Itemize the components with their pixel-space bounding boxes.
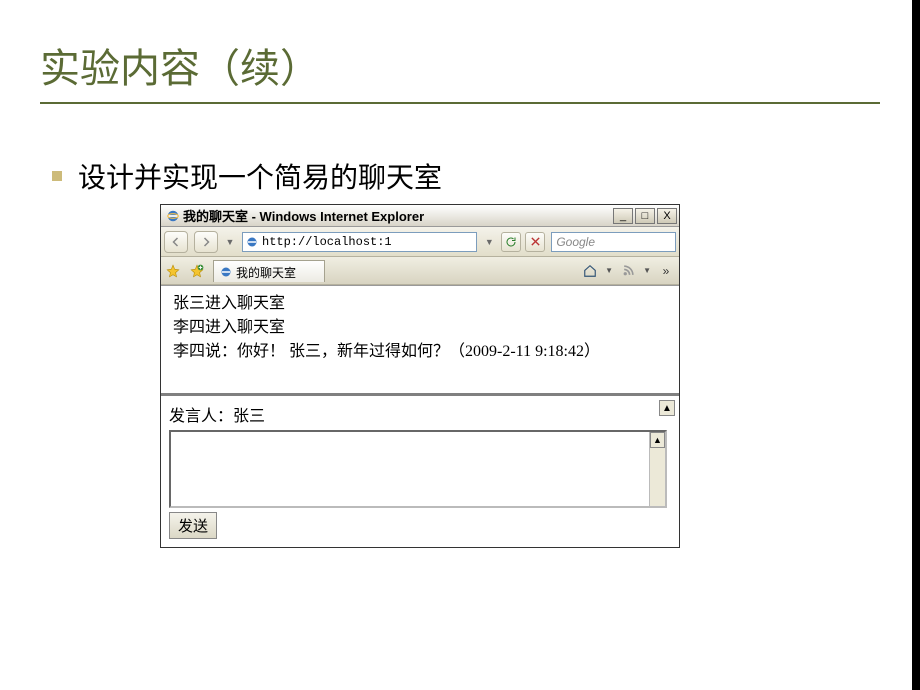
browser-toolbar-right: ▼ ▼ »	[581, 262, 675, 280]
home-dropdown-icon[interactable]: ▼	[605, 266, 613, 275]
chat-log-pane: 张三进入聊天室 李四进入聊天室 李四说：你好！ 张三，新年过得如何？（2009-…	[161, 286, 679, 396]
add-favorites-icon[interactable]	[189, 263, 205, 279]
speaker-label: 发言人：	[169, 402, 233, 426]
slide: 实验内容（续） 设计并实现一个简易的聊天室 我的聊天室 - Windows In…	[0, 0, 920, 690]
speaker-area: ▲ 发言人： 张三 ▲ 发送	[161, 396, 679, 547]
feeds-icon[interactable]	[619, 262, 637, 280]
feeds-dropdown-icon[interactable]: ▼	[643, 266, 651, 275]
textarea-scrollbar[interactable]: ▲	[649, 432, 665, 506]
minimize-button[interactable]: _	[613, 208, 633, 224]
bullet-marker-icon	[52, 171, 62, 181]
address-bar[interactable]: http://localhost:1	[242, 232, 477, 252]
window-titlebar[interactable]: 我的聊天室 - Windows Internet Explorer _ □ X	[161, 205, 679, 227]
address-dropdown-icon[interactable]: ▼	[483, 231, 495, 253]
browser-content: 张三进入聊天室 李四进入聊天室 李四说：你好！ 张三，新年过得如何？（2009-…	[161, 285, 679, 547]
stop-button[interactable]	[525, 232, 545, 252]
tab-favicon-icon	[220, 266, 232, 278]
scroll-up-button[interactable]: ▲	[659, 400, 675, 416]
search-field[interactable]: Google	[551, 232, 676, 252]
slide-right-border	[912, 0, 920, 690]
title-underline	[40, 102, 880, 104]
more-icon[interactable]: »	[657, 262, 675, 280]
nav-forward-button[interactable]	[194, 231, 218, 253]
bullet-text: 设计并实现一个简易的聊天室	[78, 156, 442, 196]
search-placeholder-text: Google	[556, 235, 595, 249]
maximize-button[interactable]: □	[635, 208, 655, 224]
window-title-text: 我的聊天室 - Windows Internet Explorer	[183, 206, 613, 225]
home-icon[interactable]	[581, 262, 599, 280]
window-button-group: _ □ X	[613, 208, 677, 224]
chat-log-line: 李四进入聊天室	[173, 316, 667, 340]
address-bar-text: http://localhost:1	[262, 235, 392, 249]
browser-tab[interactable]: 我的聊天室	[213, 260, 325, 282]
close-button[interactable]: X	[657, 208, 677, 224]
browser-tabbar: 我的聊天室 ▼ ▼ »	[161, 257, 679, 285]
send-button[interactable]: 发送	[169, 512, 217, 539]
nav-action-group	[501, 232, 545, 252]
chat-log-line: 李四说：你好！ 张三，新年过得如何？（2009-2-11 9:18:42）	[173, 340, 667, 364]
slide-title: 实验内容（续）	[40, 36, 880, 94]
chat-log-line: 张三进入聊天室	[173, 292, 667, 316]
nav-history-dropdown[interactable]: ▼	[224, 231, 236, 253]
ie-logo-icon	[165, 208, 180, 223]
refresh-button[interactable]	[501, 232, 521, 252]
message-textarea[interactable]: ▲	[169, 430, 667, 508]
tab-label: 我的聊天室	[236, 264, 296, 281]
nav-back-button[interactable]	[164, 231, 188, 253]
browser-navbar: ▼ http://localhost:1 ▼ Google	[161, 227, 679, 257]
speaker-value: 张三	[233, 402, 265, 426]
page-favicon-icon	[245, 235, 259, 249]
bullet-item: 设计并实现一个简易的聊天室	[52, 156, 880, 196]
speaker-row: 发言人： 张三	[169, 402, 667, 426]
favorites-star-icon[interactable]	[165, 263, 181, 279]
browser-window: 我的聊天室 - Windows Internet Explorer _ □ X …	[160, 204, 680, 548]
scrollbar-up-icon[interactable]: ▲	[650, 432, 665, 448]
